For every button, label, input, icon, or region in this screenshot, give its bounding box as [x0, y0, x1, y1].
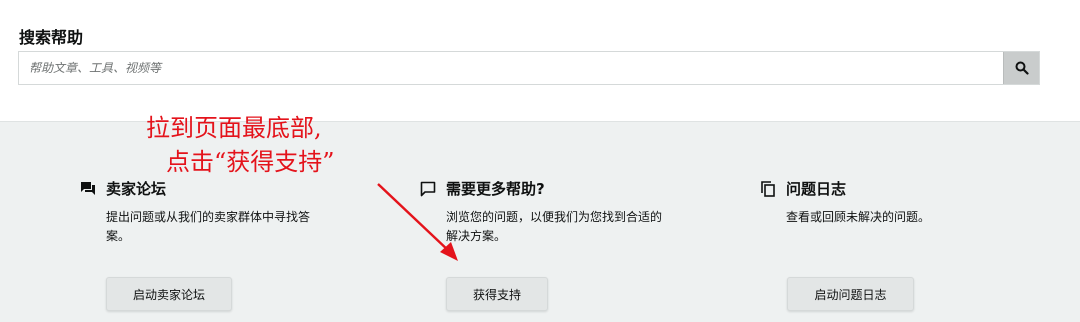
annotation-arrow	[377, 183, 458, 261]
